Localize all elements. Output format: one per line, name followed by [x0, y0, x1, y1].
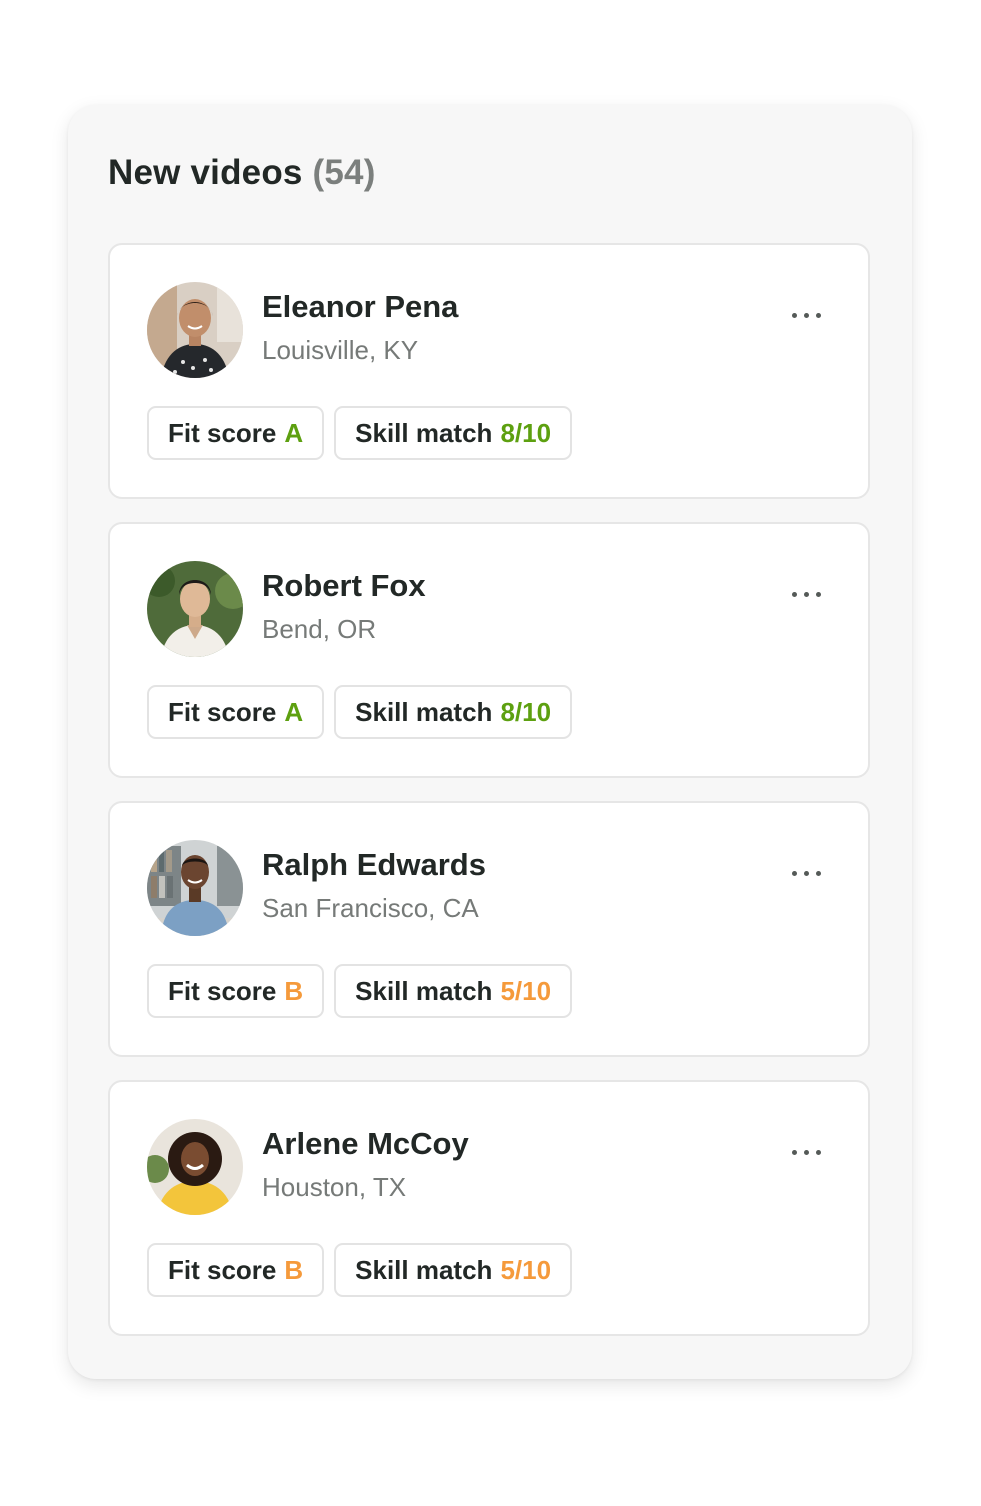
avatar: [147, 1119, 243, 1215]
skill-match-badge: Skill match 5/10: [334, 1243, 573, 1297]
score-chips: Fit score A Skill match 8/10: [147, 685, 573, 739]
panel-title: New videos (54): [108, 153, 376, 193]
more-options-icon[interactable]: [786, 863, 826, 883]
skill-match-badge: Skill match 8/10: [334, 406, 573, 460]
candidate-card[interactable]: Eleanor Pena Louisville, KY Fit score A …: [108, 243, 870, 499]
candidate-location: Louisville, KY: [262, 335, 419, 365]
candidate-name[interactable]: Eleanor Pena: [262, 289, 458, 325]
fit-score-label: Fit score: [168, 696, 277, 727]
skill-match-value: 5/10: [500, 975, 552, 1006]
score-chips: Fit score A Skill match 8/10: [147, 406, 573, 460]
skill-match-label: Skill match: [355, 1254, 493, 1285]
fit-score-label: Fit score: [168, 1254, 277, 1285]
fit-score-badge: Fit score B: [147, 964, 325, 1018]
more-options-icon[interactable]: [786, 305, 826, 325]
candidate-card[interactable]: Robert Fox Bend, OR Fit score A Skill ma…: [108, 522, 870, 778]
score-chips: Fit score B Skill match 5/10: [147, 1243, 573, 1297]
panel-title-text: New videos: [108, 153, 303, 192]
fit-score-value: B: [284, 1254, 304, 1285]
avatar: [147, 561, 243, 657]
more-options-icon[interactable]: [786, 1142, 826, 1162]
skill-match-badge: Skill match 8/10: [334, 685, 573, 739]
avatar: [147, 840, 243, 936]
fit-score-badge: Fit score A: [147, 685, 325, 739]
fit-score-label: Fit score: [168, 417, 277, 448]
score-chips: Fit score B Skill match 5/10: [147, 964, 573, 1018]
fit-score-label: Fit score: [168, 975, 277, 1006]
fit-score-badge: Fit score B: [147, 1243, 325, 1297]
fit-score-value: A: [284, 696, 304, 727]
fit-score-badge: Fit score A: [147, 406, 325, 460]
skill-match-label: Skill match: [355, 975, 493, 1006]
candidate-card[interactable]: Arlene McCoy Houston, TX Fit score B Ski…: [108, 1080, 870, 1336]
fit-score-value: A: [284, 417, 304, 448]
skill-match-badge: Skill match 5/10: [334, 964, 573, 1018]
candidate-card[interactable]: Ralph Edwards San Francisco, CA Fit scor…: [108, 801, 870, 1057]
new-videos-panel: New videos (54) Eleanor Pena Louisville,…: [68, 105, 912, 1379]
candidate-location: Bend, OR: [262, 614, 377, 644]
skill-match-label: Skill match: [355, 696, 493, 727]
candidate-name[interactable]: Arlene McCoy: [262, 1126, 469, 1162]
skill-match-value: 5/10: [500, 1254, 552, 1285]
skill-match-value: 8/10: [500, 417, 552, 448]
avatar: [147, 282, 243, 378]
video-count: (54): [312, 153, 376, 192]
candidate-location: Houston, TX: [262, 1172, 407, 1202]
fit-score-value: B: [284, 975, 304, 1006]
candidate-location: San Francisco, CA: [262, 893, 479, 923]
skill-match-value: 8/10: [500, 696, 552, 727]
candidate-name[interactable]: Robert Fox: [262, 568, 426, 604]
candidate-name[interactable]: Ralph Edwards: [262, 847, 486, 883]
more-options-icon[interactable]: [786, 584, 826, 604]
skill-match-label: Skill match: [355, 417, 493, 448]
